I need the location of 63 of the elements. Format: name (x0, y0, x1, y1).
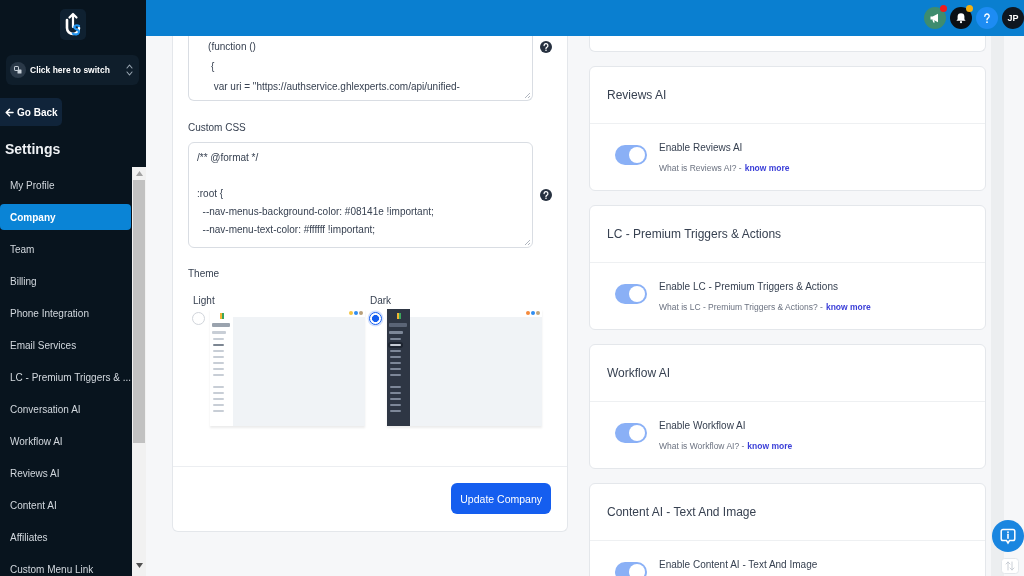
toggle-switch[interactable] (615, 145, 647, 165)
avatar[interactable]: JP (1002, 7, 1024, 29)
sidebar-item[interactable]: Billing (0, 268, 131, 294)
resize-grip-icon (524, 92, 530, 98)
toggle-switch[interactable] (615, 284, 647, 304)
feature-description: What is LC - Premium Triggers & Actions? - know more (659, 301, 871, 313)
sidebar-item[interactable]: Conversation AI (0, 396, 131, 422)
toggle-label: Enable LC - Premium Triggers & Actions (659, 281, 839, 293)
settings-title: Settings (5, 141, 62, 157)
account-switcher[interactable]: Click here to switch (6, 55, 139, 85)
feature-description: What is Workflow AI? - know more (659, 440, 793, 452)
field-label: Theme (188, 267, 221, 281)
toggle-label: Enable Reviews AI (659, 142, 744, 154)
theme-option-label: Dark (370, 295, 393, 307)
sidebar-item[interactable]: My Profile (0, 172, 131, 198)
logo-icon (60, 9, 86, 40)
toggle-switch[interactable] (615, 562, 647, 576)
bell-icon (955, 12, 967, 24)
help-icon (540, 189, 552, 201)
toggle-switch[interactable] (615, 423, 647, 443)
sidebar-item[interactable]: Custom Menu Link (0, 556, 131, 576)
sort-arrows-icon (1001, 558, 1019, 574)
scrollbar-track[interactable] (132, 167, 146, 576)
help-icon (981, 12, 993, 24)
theme-option-label: Light (193, 295, 216, 307)
announcements-button[interactable] (924, 7, 946, 29)
field-label: Custom CSS (188, 121, 247, 135)
feature-title: Content AI - Text And Image (590, 484, 985, 541)
toggle-label: Enable Workflow AI (659, 420, 747, 432)
notifications-button[interactable] (950, 7, 972, 29)
sidebar-item[interactable]: Company (0, 204, 131, 230)
sidebar-item[interactable]: LC - Premium Triggers & ... (0, 364, 131, 390)
sidebar-item[interactable]: Reviews AI (0, 460, 131, 486)
scroll-up-icon[interactable] (135, 171, 143, 176)
arrow-left-icon (5, 107, 14, 117)
help-icon (540, 41, 552, 53)
chat-button[interactable] (992, 520, 1024, 552)
toggle-label: Enable Content AI - Text And Image (659, 559, 818, 571)
know-more-link[interactable]: know more (825, 302, 871, 312)
code-field[interactable]: /** @format */ :root { --nav-menus-background-color: #08141e !important; --nav-menu-text-color: #ffffff !important; (188, 142, 533, 248)
radio-button[interactable] (369, 312, 382, 325)
know-more-link[interactable]: know more (744, 163, 790, 173)
sidebar-item[interactable]: Phone Integration (0, 300, 131, 326)
sidebar-item[interactable]: Affiliates (0, 524, 131, 550)
switch-icon (10, 62, 26, 78)
megaphone-icon (929, 12, 941, 24)
feature-title: LC - Premium Triggers & Actions (590, 206, 985, 263)
sidebar-item[interactable]: Team (0, 236, 131, 262)
scroll-down-icon[interactable] (135, 563, 143, 568)
chevron-up-down-icon (126, 63, 133, 77)
sidebar-item[interactable]: Email Services (0, 332, 131, 358)
resize-grip-icon (524, 239, 530, 245)
sidebar-item[interactable]: Workflow AI (0, 428, 131, 454)
feature-description: What is Reviews AI? - know more (659, 162, 790, 174)
sidebar-item[interactable]: Content AI (0, 492, 131, 518)
scrollbar-thumb[interactable] (133, 180, 145, 443)
know-more-link[interactable]: know more (747, 441, 793, 451)
speech-bubble-icon (1000, 527, 1016, 545)
update-company-button[interactable]: Update Company (451, 483, 551, 514)
feature-title: Workflow AI (590, 345, 985, 402)
code-field[interactable]: (function () { var uri = "https://authservice.ghlexperts.com/api/unified- (188, 36, 533, 101)
feature-title: Reviews AI (590, 67, 985, 124)
go-back-button[interactable]: Go Back (0, 98, 62, 126)
